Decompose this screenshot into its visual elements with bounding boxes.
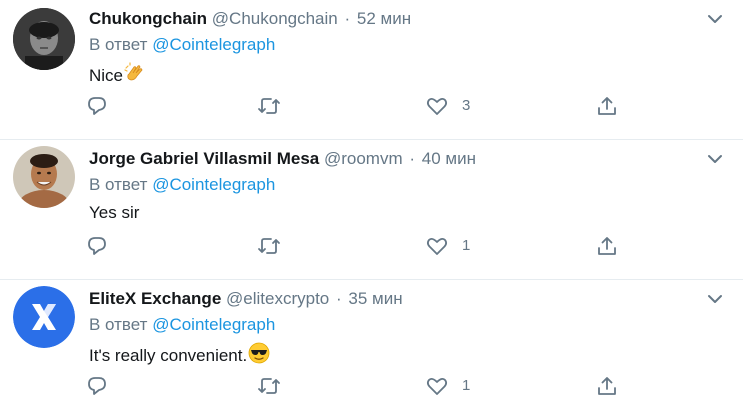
chevron-down-icon[interactable] xyxy=(707,292,723,304)
author-name[interactable]: EliteX Exchange xyxy=(89,289,221,308)
reply-icon xyxy=(88,97,106,115)
tweet-header: Jorge Gabriel Villasmil Mesa @roomvm · 4… xyxy=(89,149,476,169)
avatar[interactable] xyxy=(13,146,75,208)
tweet-text-content: Nice xyxy=(89,66,124,85)
author-handle[interactable]: @Chukongchain xyxy=(212,9,338,28)
timestamp[interactable]: 35 мин xyxy=(348,289,402,308)
avatar[interactable] xyxy=(13,286,75,348)
separator: · xyxy=(336,289,342,308)
heart-icon xyxy=(426,377,448,395)
reply-prefix: В ответ xyxy=(89,315,148,334)
retweet-button[interactable] xyxy=(257,374,281,398)
sunglasses-face-icon xyxy=(248,342,270,370)
share-button[interactable] xyxy=(596,94,618,118)
reply-button[interactable] xyxy=(86,94,108,118)
reply-context: В ответ @Cointelegraph xyxy=(89,315,275,335)
tweet-actions: 1 xyxy=(86,234,626,258)
reply-button[interactable] xyxy=(86,234,108,258)
share-icon xyxy=(598,237,616,255)
tweet-actions: 3 xyxy=(86,94,626,118)
like-button[interactable]: 1 xyxy=(426,234,470,258)
reply-mention-link[interactable]: @Cointelegraph xyxy=(152,315,275,334)
tweet-header: EliteX Exchange @elitexcrypto · 35 мин xyxy=(89,289,403,309)
tweet[interactable]: Chukongchain @Chukongchain · 52 мин В от… xyxy=(0,0,743,140)
heart-icon xyxy=(426,237,448,255)
tweet-text-content: It's really convenient. xyxy=(89,346,248,365)
tweet-text: Nice xyxy=(89,62,146,90)
separator: · xyxy=(409,149,416,168)
tweet-text-content: Yes sir xyxy=(89,203,140,222)
reply-prefix: В ответ xyxy=(89,35,148,54)
tweet-text: It's really convenient. xyxy=(89,342,270,370)
reply-context: В ответ @Cointelegraph xyxy=(89,35,275,55)
retweet-button[interactable] xyxy=(257,234,281,258)
tweet-header: Chukongchain @Chukongchain · 52 мин xyxy=(89,9,411,29)
author-name[interactable]: Jorge Gabriel Villasmil Mesa xyxy=(89,149,319,168)
author-handle[interactable]: @elitexcrypto xyxy=(226,289,329,308)
share-icon xyxy=(598,377,616,395)
retweet-icon xyxy=(258,238,280,254)
like-count: 1 xyxy=(462,377,471,394)
retweet-button[interactable] xyxy=(257,94,281,118)
avatar[interactable] xyxy=(13,8,75,70)
author-handle[interactable]: @roomvm xyxy=(324,149,403,168)
tweet[interactable]: EliteX Exchange @elitexcrypto · 35 мин В… xyxy=(0,280,743,420)
like-count: 3 xyxy=(462,97,471,114)
like-count: 1 xyxy=(462,237,471,254)
heart-icon xyxy=(426,97,448,115)
share-icon xyxy=(598,97,616,115)
reply-mention-link[interactable]: @Cointelegraph xyxy=(152,35,275,54)
like-button[interactable]: 3 xyxy=(426,94,470,118)
reply-icon xyxy=(88,237,106,255)
reply-mention-link[interactable]: @Cointelegraph xyxy=(152,175,275,194)
reply-button[interactable] xyxy=(86,374,108,398)
chevron-down-icon[interactable] xyxy=(707,12,723,24)
like-button[interactable]: 1 xyxy=(426,374,470,398)
chevron-down-icon[interactable] xyxy=(707,152,723,164)
timestamp[interactable]: 40 мин xyxy=(422,149,476,168)
timestamp[interactable]: 52 мин xyxy=(357,9,411,28)
tweet-text: Yes sir xyxy=(89,202,139,224)
separator: · xyxy=(344,9,351,28)
tweet-actions: 1 xyxy=(86,374,626,398)
share-button[interactable] xyxy=(596,374,618,398)
tweet[interactable]: Jorge Gabriel Villasmil Mesa @roomvm · 4… xyxy=(0,140,743,280)
reply-icon xyxy=(88,377,106,395)
clapping-hands-icon xyxy=(124,62,146,90)
retweet-icon xyxy=(258,378,280,394)
author-name[interactable]: Chukongchain xyxy=(89,9,207,28)
reply-context: В ответ @Cointelegraph xyxy=(89,175,275,195)
retweet-icon xyxy=(258,98,280,114)
reply-prefix: В ответ xyxy=(89,175,148,194)
share-button[interactable] xyxy=(596,234,618,258)
